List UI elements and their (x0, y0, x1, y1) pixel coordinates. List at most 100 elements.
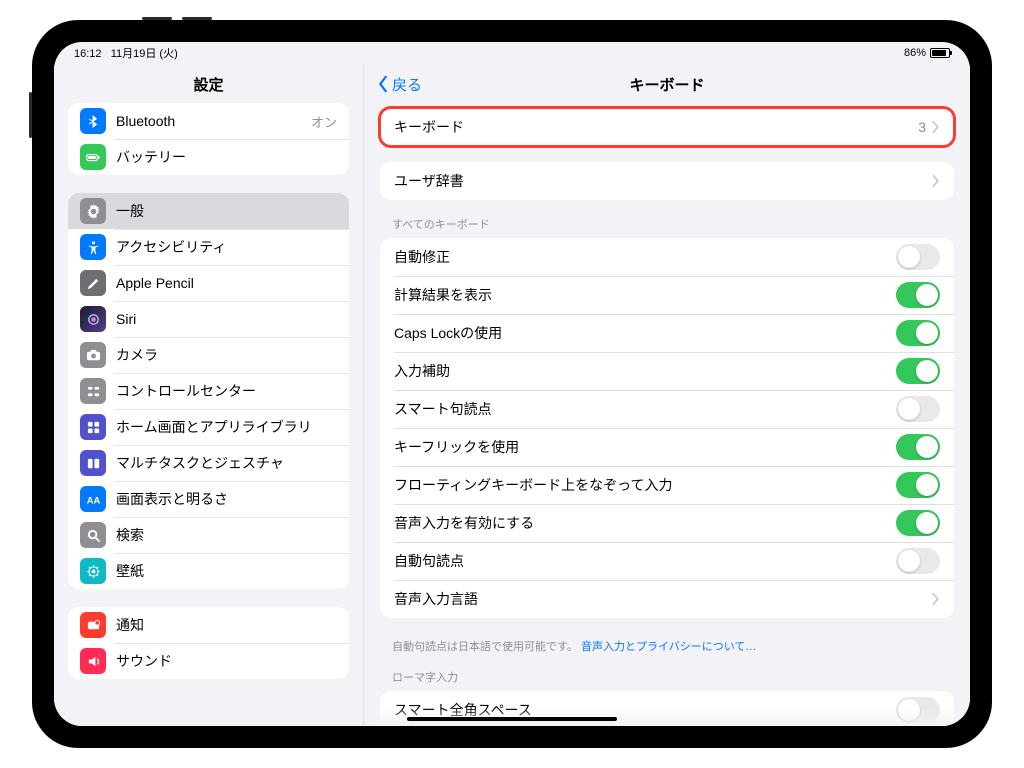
sidebar-item-label: バッテリー (116, 147, 337, 167)
dictation-language-label: 音声入力言語 (394, 589, 932, 609)
chevron-right-icon (932, 121, 940, 133)
toggle-row[interactable]: 自動修正 (380, 238, 954, 276)
svg-text:AA: AA (86, 495, 100, 505)
sidebar-item-search[interactable]: 検索 (68, 517, 349, 553)
toggle-label: 計算結果を表示 (394, 285, 896, 305)
sidebar-item-bluetooth[interactable]: Bluetoothオン (68, 103, 349, 139)
home-indicator[interactable] (407, 717, 617, 721)
chevron-right-icon (932, 593, 940, 605)
romaji-header: ローマ字入力 (380, 669, 954, 691)
back-button[interactable]: 戻る (376, 74, 422, 95)
toggle-switch[interactable] (896, 548, 940, 574)
sidebar-scroll[interactable]: Bluetoothオンバッテリー一般アクセシビリティ Apple Pencil Si… (54, 103, 363, 726)
chevron-right-icon (932, 175, 940, 187)
sound-icon (80, 648, 106, 674)
screen: 16:12 11月19日 (火) 86% 設定 Bluetoothオンバッテリー… (54, 42, 970, 726)
footer-text: 自動句読点は日本語で使用可能です。 (392, 641, 578, 653)
sidebar-item-wallpaper[interactable]: 壁紙 (68, 553, 349, 589)
sidebar-item-home[interactable]: ホーム画面とアプリライブラリ (68, 409, 349, 445)
sidebar-item-camera[interactable]: カメラ (68, 337, 349, 373)
sidebar-group: 一般アクセシビリティ Apple Pencil Siriカメラコントロールセンターホ… (68, 193, 349, 589)
toggle-row[interactable]: スマート句読点 (380, 390, 954, 428)
dictation-language-row[interactable]: 音声入力言語 (380, 580, 954, 618)
siri-icon (80, 306, 106, 332)
toggle-label: フローティングキーボード上をなぞって入力 (394, 475, 896, 495)
sidebar-item-pencil[interactable]: Apple Pencil (68, 265, 349, 301)
sidebar-item-gear[interactable]: 一般 (68, 193, 349, 229)
toggle-row[interactable]: キーフリックを使用 (380, 428, 954, 466)
dictation-footer: 自動句読点は日本語で使用可能です。 音声入力とプライバシーについて… (380, 634, 954, 669)
detail-navbar: 戻る キーボード (364, 64, 970, 104)
detail-scroll[interactable]: キーボード 3 ユーザ辞書 すべてのキーボード 自動修正計算結果を表示 Caps … (364, 104, 970, 726)
toggle-switch[interactable] (896, 472, 940, 498)
access-icon (80, 234, 106, 260)
control-icon (80, 378, 106, 404)
toggle-switch[interactable] (896, 320, 940, 346)
sidebar-item-label: 検索 (116, 525, 337, 545)
sidebar-item-label: ホーム画面とアプリライブラリ (116, 417, 337, 437)
sidebar-item-multitask[interactable]: マルチタスクとジェスチャ (68, 445, 349, 481)
volume-down-button[interactable] (182, 17, 212, 20)
sidebar-item-siri[interactable]: Siri (68, 301, 349, 337)
detail-title: キーボード (364, 74, 970, 95)
toggle-label: 入力補助 (394, 361, 896, 381)
sidebar-item-label: Apple Pencil (116, 275, 337, 291)
toggle-label: Caps Lockの使用 (394, 323, 896, 343)
toggle-switch[interactable] (896, 396, 940, 422)
userdict-group: ユーザ辞書 (380, 162, 954, 200)
toggle-switch[interactable] (896, 510, 940, 536)
toggle-label: 音声入力を有効にする (394, 513, 896, 533)
keyboards-row-group: キーボード 3 (380, 108, 954, 146)
toggle-switch[interactable] (896, 244, 940, 270)
status-time: 16:12 (74, 48, 102, 60)
status-date: 11月19日 (火) (111, 48, 178, 60)
sidebar-item-label: 壁紙 (116, 561, 337, 581)
toggle-row[interactable]: フローティングキーボード上をなぞって入力 (380, 466, 954, 504)
smart-fullwidth-space-toggle[interactable] (896, 697, 940, 723)
ipad-frame: 16:12 11月19日 (火) 86% 設定 Bluetoothオンバッテリー… (32, 20, 992, 748)
home-icon (80, 414, 106, 440)
camera-icon (80, 342, 106, 368)
toggle-label: キーフリックを使用 (394, 437, 896, 457)
notif-icon (80, 612, 106, 638)
toggle-switch[interactable] (896, 434, 940, 460)
sidebar-item-display[interactable]: AA 画面表示と明るさ (68, 481, 349, 517)
sidebar-item-notif[interactable]: 通知 (68, 607, 349, 643)
bluetooth-icon (80, 108, 106, 134)
multitask-icon (80, 450, 106, 476)
volume-up-button[interactable] (142, 17, 172, 20)
sidebar-item-label: 画面表示と明るさ (116, 489, 337, 509)
userdict-row[interactable]: ユーザ辞書 (380, 162, 954, 200)
sidebar-item-label: Bluetooth (116, 113, 311, 129)
settings-sidebar: 設定 Bluetoothオンバッテリー一般アクセシビリティApple Penci… (54, 64, 364, 726)
sidebar-item-label: 一般 (116, 201, 337, 221)
sidebar-item-detail: オン (311, 112, 337, 131)
display-icon: AA (80, 486, 106, 512)
all-keyboards-header: すべてのキーボード (380, 216, 954, 238)
sidebar-group: Bluetoothオンバッテリー (68, 103, 349, 175)
toggle-row[interactable]: Caps Lockの使用 (380, 314, 954, 352)
privacy-link[interactable]: 音声入力とプライバシーについて… (581, 641, 756, 653)
wallpaper-icon (80, 558, 106, 584)
toggle-switch[interactable] (896, 282, 940, 308)
detail-pane: 戻る キーボード キーボード 3 ユーザ辞書 (364, 64, 970, 726)
battery-icon (80, 144, 106, 170)
sidebar-item-access[interactable]: アクセシビリティ (68, 229, 349, 265)
status-bar: 16:12 11月19日 (火) 86% (54, 42, 970, 64)
toggle-row[interactable]: 自動句読点 (380, 542, 954, 580)
sidebar-item-sound[interactable]: サウンド (68, 643, 349, 679)
sidebar-item-battery[interactable]: バッテリー (68, 139, 349, 175)
keyboards-label: キーボード (394, 117, 918, 137)
toggle-row[interactable]: 音声入力を有効にする (380, 504, 954, 542)
toggle-row[interactable]: 入力補助 (380, 352, 954, 390)
sidebar-group: 通知サウンド (68, 607, 349, 679)
toggle-row[interactable]: 計算結果を表示 (380, 276, 954, 314)
keyboards-row[interactable]: キーボード 3 (380, 108, 954, 146)
search-icon (80, 522, 106, 548)
power-button[interactable] (29, 92, 32, 138)
sidebar-item-control[interactable]: コントロールセンター (68, 373, 349, 409)
battery-percent: 86% (904, 47, 926, 59)
toggle-label: 自動修正 (394, 247, 896, 267)
toggle-switch[interactable] (896, 358, 940, 384)
gear-icon (80, 198, 106, 224)
